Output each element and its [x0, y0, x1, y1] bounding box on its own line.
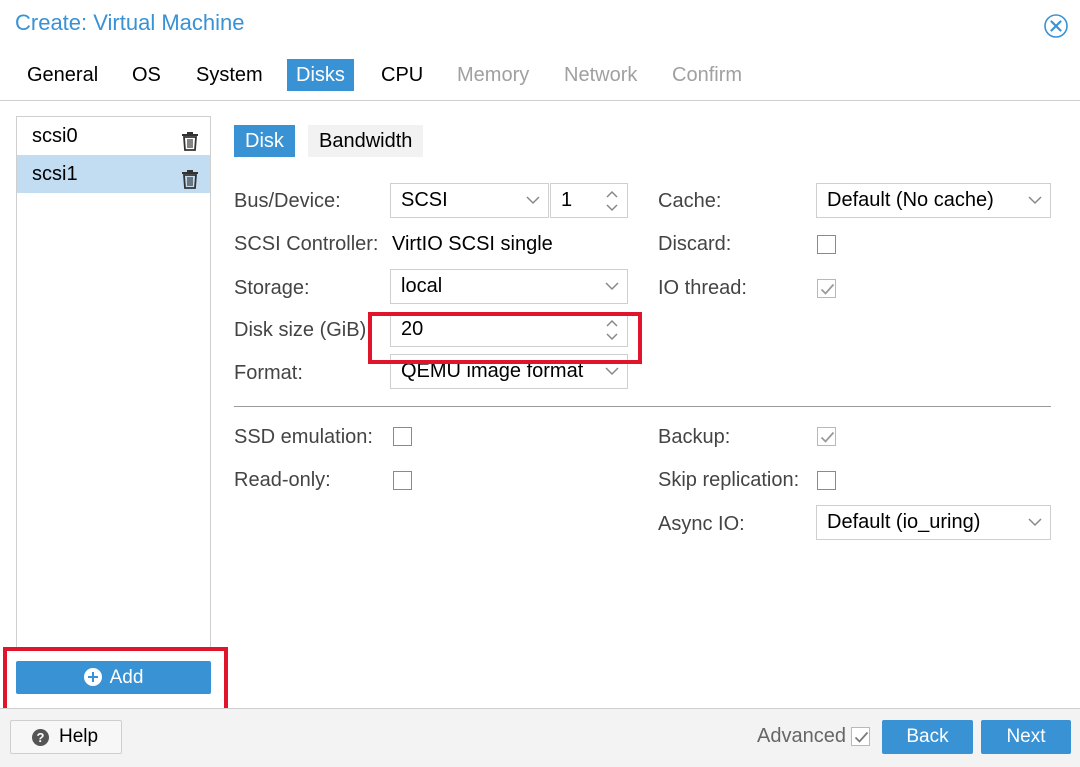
tab-separator	[0, 100, 1080, 101]
wizard-tabs: General OS System Disks CPU Memory Netwo…	[0, 57, 1080, 101]
checkmark-icon	[820, 431, 835, 443]
disk-list-item-label: scsi0	[32, 125, 78, 147]
help-button[interactable]: ? Help	[10, 720, 122, 754]
advanced-checkbox[interactable]	[851, 727, 870, 746]
tab-disks[interactable]: Disks	[287, 59, 354, 91]
bus-device-label: Bus/Device:	[234, 190, 341, 212]
cache-label: Cache:	[658, 190, 722, 212]
checkmark-icon	[820, 283, 835, 295]
trash-icon[interactable]	[181, 164, 199, 189]
chevron-down-icon	[605, 282, 619, 291]
disk-list-item-scsi1[interactable]: scsi1	[17, 155, 210, 193]
scsi-controller-value: VirtIO SCSI single	[392, 233, 553, 255]
chevron-down-icon	[526, 196, 540, 205]
tab-system[interactable]: System	[187, 59, 272, 91]
section-divider	[234, 406, 1051, 407]
close-icon[interactable]	[1043, 13, 1069, 39]
highlight-box-add	[3, 647, 228, 714]
highlight-box-disk-size	[368, 312, 642, 364]
cache-select-value: Default (No cache)	[827, 189, 994, 211]
tab-confirm: Confirm	[672, 64, 743, 86]
async-io-select[interactable]: Default (io_uring)	[816, 505, 1051, 540]
advanced-label: Advanced	[757, 725, 846, 747]
ssd-emulation-label: SSD emulation:	[234, 426, 373, 448]
read-only-label: Read-only:	[234, 469, 331, 491]
io-thread-checkbox[interactable]	[817, 279, 836, 298]
storage-select-value: local	[401, 275, 443, 297]
subtab-disk[interactable]: Disk	[234, 125, 295, 157]
ssd-emulation-checkbox[interactable]	[393, 427, 412, 446]
async-io-select-value: Default (io_uring)	[827, 511, 981, 533]
disk-list-item-scsi0[interactable]: scsi0	[17, 117, 210, 155]
device-number-value: 1	[561, 189, 573, 211]
question-circle-icon: ?	[32, 729, 49, 746]
cache-select[interactable]: Default (No cache)	[816, 183, 1051, 218]
skip-replication-label: Skip replication:	[658, 469, 800, 491]
format-label: Format:	[234, 362, 303, 384]
chevron-down-icon	[1028, 196, 1042, 205]
bus-select[interactable]: SCSI	[390, 183, 549, 218]
window-title: Create: Virtual Machine	[15, 10, 245, 35]
help-button-label: Help	[59, 726, 99, 747]
spinner-arrows-icon[interactable]	[606, 189, 618, 213]
tab-os[interactable]: OS	[123, 59, 170, 91]
discard-label: Discard:	[658, 233, 732, 255]
read-only-checkbox[interactable]	[393, 471, 412, 490]
next-button[interactable]: Next	[981, 720, 1071, 754]
tab-network: Network	[564, 64, 638, 86]
tab-cpu[interactable]: CPU	[372, 59, 432, 91]
storage-label: Storage:	[234, 277, 310, 299]
device-number-spinner[interactable]: 1	[550, 183, 628, 218]
skip-replication-checkbox[interactable]	[817, 471, 836, 490]
backup-checkbox[interactable]	[817, 427, 836, 446]
io-thread-label: IO thread:	[658, 277, 747, 299]
back-button[interactable]: Back	[882, 720, 973, 754]
subtab-bandwidth[interactable]: Bandwidth	[308, 125, 424, 157]
chevron-down-icon	[605, 367, 619, 376]
scsi-controller-label: SCSI Controller:	[234, 233, 379, 255]
checkmark-icon	[854, 731, 869, 743]
trash-icon[interactable]	[181, 126, 199, 151]
storage-select[interactable]: local	[390, 269, 628, 304]
tab-memory: Memory	[457, 64, 530, 86]
tab-general[interactable]: General	[18, 59, 107, 91]
async-io-label: Async IO:	[658, 513, 745, 535]
disk-size-label: Disk size (GiB):	[234, 319, 372, 341]
disk-list: scsi0 scsi1	[16, 116, 211, 650]
disk-list-item-label: scsi1	[32, 163, 78, 185]
bus-select-value: SCSI	[401, 189, 448, 211]
backup-label: Backup:	[658, 426, 731, 448]
chevron-down-icon	[1028, 518, 1042, 527]
discard-checkbox[interactable]	[817, 235, 836, 254]
